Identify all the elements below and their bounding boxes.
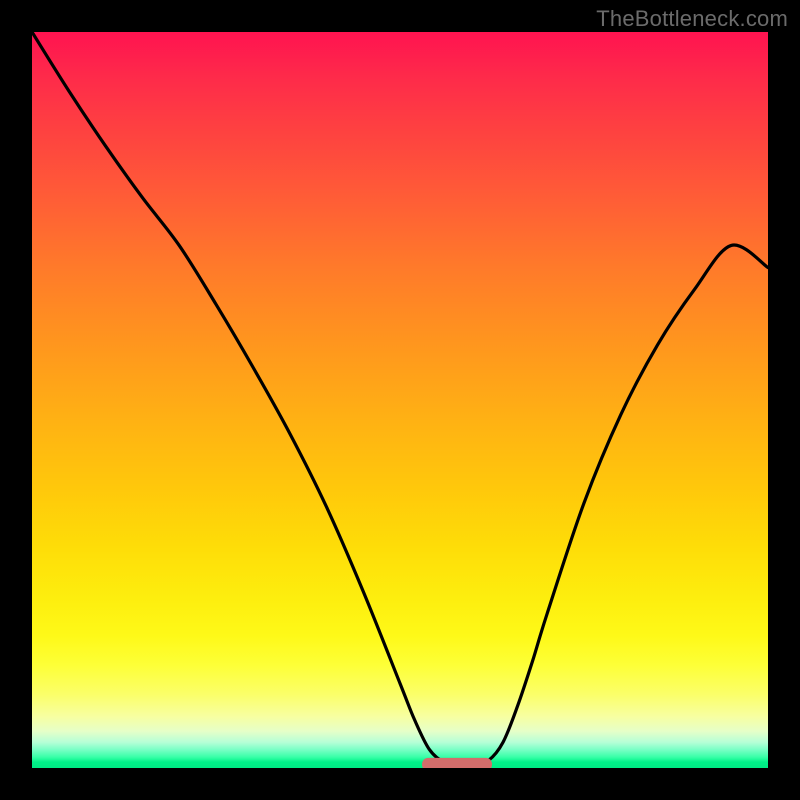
chart-frame: TheBottleneck.com (0, 0, 800, 800)
watermark-text: TheBottleneck.com (596, 6, 788, 32)
gradient-plot-area (32, 32, 768, 768)
